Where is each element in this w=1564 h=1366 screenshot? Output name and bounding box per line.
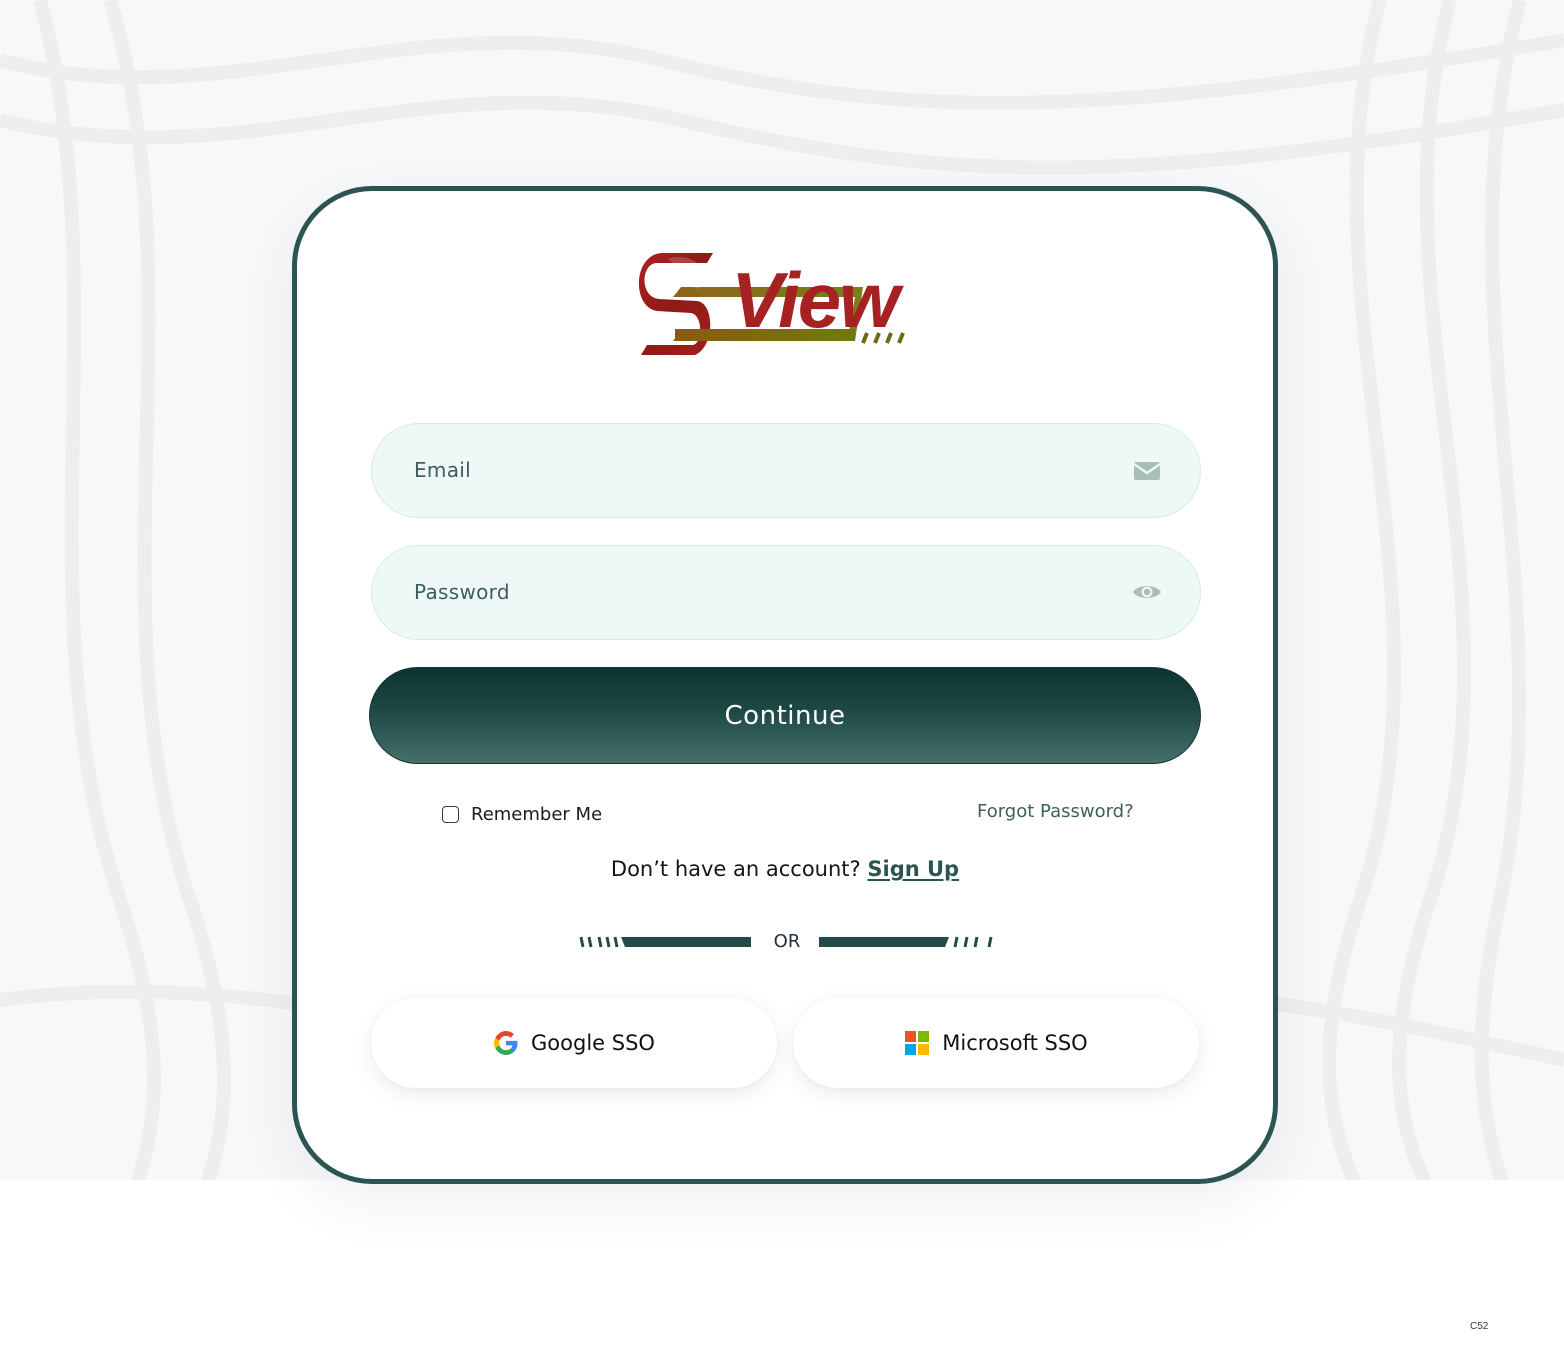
microsoft-sso-label: Microsoft SSO [942,1031,1088,1055]
svg-text:View: View [731,256,904,344]
google-sso-button[interactable]: Google SSO [371,998,777,1088]
envelope-icon [1133,462,1161,480]
remember-me-checkbox[interactable] [442,805,459,823]
email-field[interactable]: Email [371,423,1201,518]
divider-line-left [579,936,751,948]
remember-me-label: Remember Me [471,803,603,825]
signup-prompt-row: Don’t have an account? Sign Up [297,857,1273,881]
microsoft-sso-button[interactable]: Microsoft SSO [793,998,1199,1088]
corner-code: C52 [1470,1321,1489,1332]
google-sso-label: Google SSO [531,1031,655,1055]
or-divider: OR [579,931,995,953]
signup-link[interactable]: Sign Up [867,857,959,881]
eye-icon[interactable] [1132,579,1162,605]
divider-line-right [819,936,993,948]
signup-prompt: Don’t have an account? [610,857,861,881]
password-placeholder: Password [414,580,510,604]
microsoft-icon [905,1031,930,1055]
sview-logo: View [638,253,906,355]
forgot-password-link[interactable]: Forgot Password? [977,801,1134,822]
login-card: View Email Password Continue Remember Me… [292,186,1278,1184]
or-label: OR [773,931,801,952]
continue-button[interactable]: Continue [369,667,1201,764]
password-field[interactable]: Password [371,545,1201,640]
remember-me[interactable]: Remember Me [442,802,602,826]
email-placeholder: Email [414,458,471,482]
google-icon [494,1031,518,1055]
